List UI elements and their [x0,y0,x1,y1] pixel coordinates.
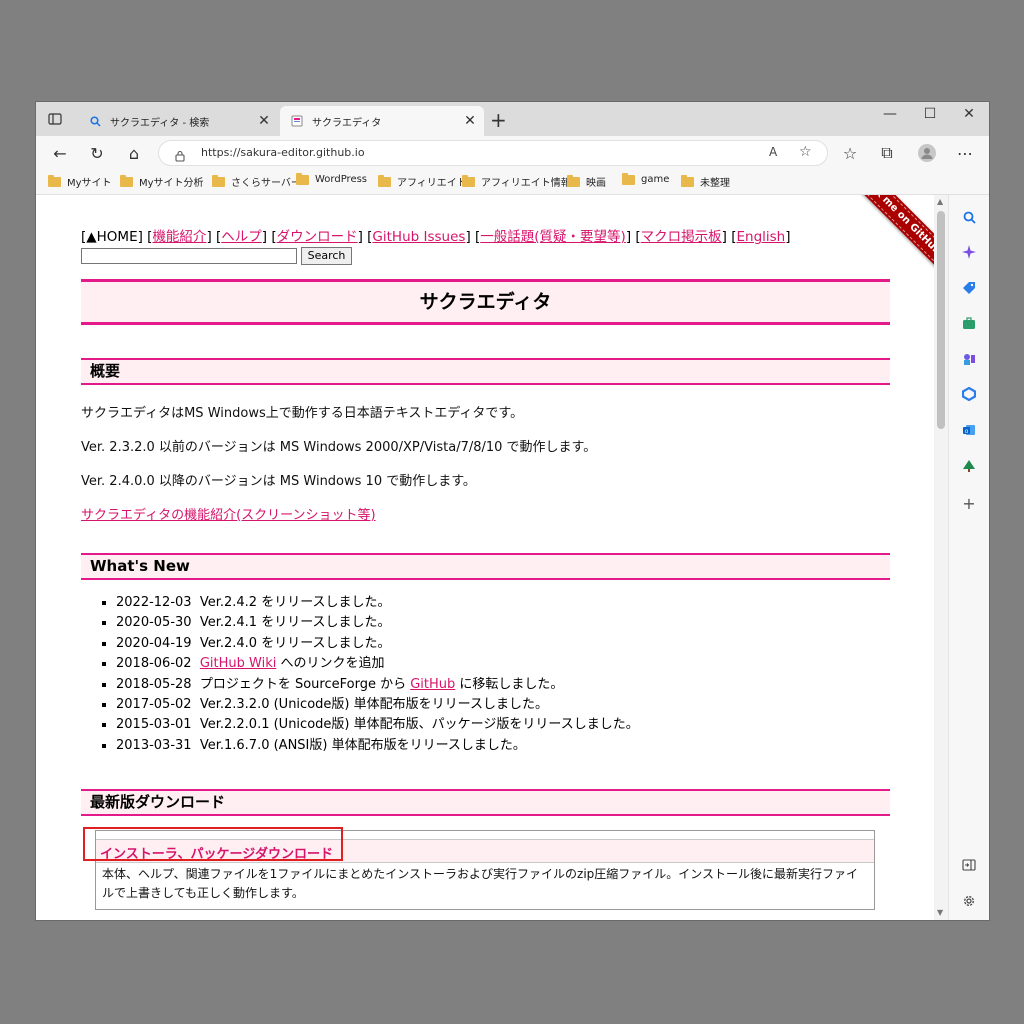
fork-me-ribbon[interactable]: Fork me on GitHub [833,195,934,284]
list-item: 2018-06-02 GitHub Wiki へのリンクを追加 [116,654,639,674]
profile-avatar[interactable] [915,141,939,165]
nav-english[interactable]: English [736,229,785,245]
features-link[interactable]: サクラエディタの機能紹介(スクリーンショット等) [81,504,376,523]
page-scrollbar[interactable]: ▲ ▼ [934,195,948,920]
github-link[interactable]: GitHub [410,677,455,692]
list-item: 2020-05-30 Ver.2.4.1 をリリースしました。 [116,613,639,633]
page-content: Fork me on GitHub [▲HOME] [機能紹介] [ヘルプ] [… [36,195,934,920]
favorites-icon[interactable]: ☆ [838,141,862,165]
highlight-box [83,827,343,861]
bookmarks-bar: Myサイト Myサイト分析 さくらサーバー WordPress アフィリエイト … [36,170,989,195]
folder-icon [567,174,580,187]
address-bar-row: ← ↻ ⌂ https://sakura-editor.github.io A … [36,136,989,170]
tab-actions-icon[interactable] [48,111,62,125]
search-icon[interactable] [961,209,977,225]
folder-icon [681,174,694,187]
tab-strip: サクラエディタ - 検索 ✕ サクラエディタ ✕ + — ☐ ✕ [36,102,989,136]
search-button[interactable]: Search [301,247,352,265]
download-description: 本体、ヘルプ、関連ファイルを1ファイルにまとめたインストーラおよび実行ファイルの… [102,867,859,900]
search-icon [88,114,102,128]
tab-label: サクラエディタ [312,117,382,129]
bookmark-folder[interactable]: さくらサーバー [212,174,301,189]
tab-search[interactable]: サクラエディタ - 検索 ✕ [78,106,278,136]
search-input[interactable] [81,248,297,264]
nav-features[interactable]: 機能紹介 [152,229,206,245]
folder-icon [48,174,61,187]
new-tab-button[interactable]: + [490,108,507,132]
hide-sidebar-icon[interactable] [961,857,977,873]
close-tab-icon[interactable]: ✕ [256,113,272,129]
bookmark-folder[interactable]: Myサイト [48,174,112,189]
collections-icon[interactable]: ⧉ [875,141,899,165]
tree-icon[interactable] [961,458,977,474]
scroll-down-icon[interactable]: ▼ [937,908,943,917]
nav-macro-board[interactable]: マクロ掲示板 [641,229,722,245]
close-window-button[interactable]: ✕ [949,106,989,122]
scroll-thumb[interactable] [937,211,945,429]
bookmark-folder[interactable]: game [622,172,669,185]
top-navigation: [▲HOME] [機能紹介] [ヘルプ] [ダウンロード] [GitHub Is… [81,229,791,245]
folder-icon [120,174,133,187]
read-aloud-icon[interactable]: A [769,145,777,159]
bookmark-folder[interactable]: アフィリエイト [378,174,467,189]
overview-text: Ver. 2.3.2.0 以前のバージョンは MS Windows 2000/X… [81,440,597,455]
nav-general-topics[interactable]: 一般話題(質疑・要望等) [480,229,626,245]
maximize-button[interactable]: ☐ [910,106,950,122]
browser-window: サクラエディタ - 検索 ✕ サクラエディタ ✕ + — ☐ ✕ ← ↻ ⌂ h… [36,102,989,920]
add-sidebar-app-icon[interactable]: + [961,494,977,513]
list-item: 2022-12-03 Ver.2.4.2 をリリースしました。 [116,593,639,613]
outlook-icon[interactable]: o [961,422,977,438]
tools-briefcase-icon[interactable] [961,315,977,331]
more-menu-icon[interactable]: ⋯ [953,141,977,165]
list-item: 2018-05-28 プロジェクトを SourceForge から GitHub… [116,675,639,695]
refresh-button[interactable]: ↻ [85,141,109,165]
nav-home[interactable]: [▲HOME] [81,229,143,245]
folder-icon [462,174,475,187]
close-tab-icon[interactable]: ✕ [462,113,478,129]
shopping-tag-icon[interactable] [961,280,977,296]
bookmark-folder[interactable]: WordPress [296,172,367,185]
address-bar[interactable]: https://sakura-editor.github.io A ☆ [158,140,828,166]
url-text[interactable]: https://sakura-editor.github.io [201,146,365,159]
folder-icon [622,172,635,185]
section-heading-whats-new: What's New [81,553,890,580]
section-heading-overview: 概要 [81,358,890,385]
back-button[interactable]: ← [48,141,72,165]
folder-icon [212,174,225,187]
nav-help[interactable]: ヘルプ [221,229,262,245]
home-button[interactable]: ⌂ [122,141,146,165]
bookmark-folder[interactable]: アフィリエイト情報 [462,174,571,189]
bookmark-folder[interactable]: 未整理 [681,174,730,189]
list-item: 2020-04-19 Ver.2.4.0 をリリースしました。 [116,634,639,654]
page-title: サクラエディタ [81,279,890,325]
games-icon[interactable] [961,351,977,367]
bookmark-folder[interactable]: Myサイト分析 [120,174,204,189]
overview-text: Ver. 2.4.0.0 以降のバージョンは MS Windows 10 で動作… [81,474,476,489]
sakura-favicon-icon [290,114,304,128]
section-heading-download: 最新版ダウンロード [81,789,890,816]
tab-label: サクラエディタ - 検索 [110,117,210,129]
news-list: 2022-12-03 Ver.2.4.2 をリリースしました。 2020-05-… [100,593,639,756]
settings-gear-icon[interactable] [961,893,977,909]
lock-icon[interactable] [175,147,185,166]
list-item: 2015-03-01 Ver.2.2.0.1 (Unicode版) 単体配布版、… [116,715,639,735]
nav-download[interactable]: ダウンロード [277,229,358,245]
folder-icon [296,172,309,185]
scroll-up-icon[interactable]: ▲ [937,197,943,206]
overview-text: サクラエディタはMS Windows上で動作する日本語テキストエディタです。 [81,406,524,421]
list-item: 2013-03-31 Ver.1.6.7.0 (ANSI版) 単体配布版をリリー… [116,736,639,756]
add-favorite-icon[interactable]: ☆ [799,144,812,160]
bookmark-folder[interactable]: 映画 [567,174,606,189]
microsoft-365-icon[interactable] [961,386,977,402]
tab-sakura-editor[interactable]: サクラエディタ ✕ [280,106,484,136]
edge-sidebar: o + [948,195,989,920]
copilot-sparkle-icon[interactable] [961,244,977,260]
minimize-button[interactable]: — [870,106,910,122]
list-item: 2017-05-02 Ver.2.3.2.0 (Unicode版) 単体配布版を… [116,695,639,715]
folder-icon [378,174,391,187]
nav-github-issues[interactable]: GitHub Issues [372,229,465,245]
github-wiki-link[interactable]: GitHub Wiki [200,656,277,671]
